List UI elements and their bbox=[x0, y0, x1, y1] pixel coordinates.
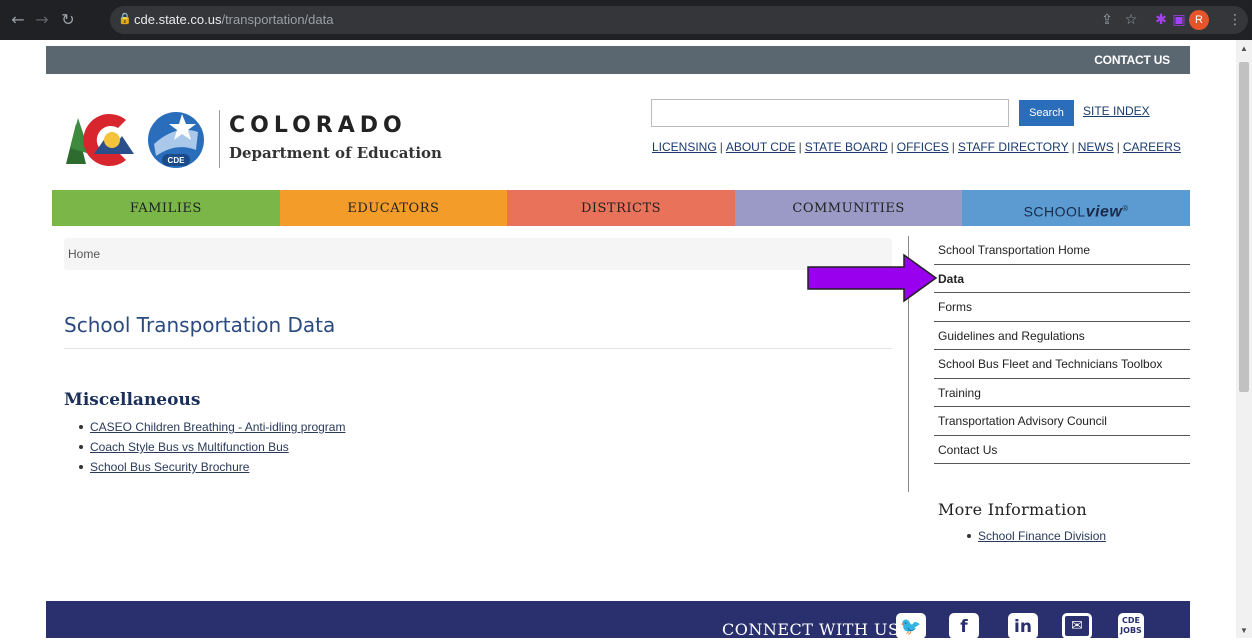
sidebar-item-home[interactable]: School Transportation Home bbox=[934, 236, 1190, 265]
sidebar-item-forms[interactable]: Forms bbox=[934, 293, 1190, 322]
forward-arrow-icon[interactable]: → bbox=[32, 10, 52, 30]
utility-bar: CONTACT US bbox=[46, 46, 1190, 74]
url-text[interactable]: cde.state.co.us/transportation/data bbox=[134, 12, 333, 27]
profile-avatar[interactable]: R bbox=[1189, 10, 1209, 30]
schoolview-suffix: view bbox=[1085, 203, 1123, 221]
title-divider bbox=[64, 348, 892, 349]
caseo-link[interactable]: CASEO Children Breathing - Anti-idling p… bbox=[90, 420, 345, 434]
scroll-down-icon[interactable]: ▼ bbox=[1240, 626, 1248, 635]
twitter-icon[interactable]: 🐦 bbox=[896, 613, 926, 639]
offices-link[interactable]: OFFICES bbox=[897, 140, 949, 154]
nav-educators[interactable]: EDUCATORS bbox=[279, 190, 508, 226]
list-item: Coach Style Bus vs Multifunction Bus bbox=[78, 440, 345, 455]
sidebar-item-guidelines[interactable]: Guidelines and Regulations bbox=[934, 322, 1190, 350]
top-links: LICENSING | ABOUT CDE | STATE BOARD | OFFICES |… bbox=[652, 140, 1181, 154]
kebab-menu-icon[interactable]: ⋮ bbox=[1226, 11, 1244, 29]
more-info-heading: More Information bbox=[938, 500, 1088, 519]
schoolview-prefix: SCHOOL bbox=[1023, 203, 1086, 220]
careers-link[interactable]: CAREERS bbox=[1123, 140, 1181, 154]
search-input[interactable] bbox=[651, 99, 1009, 127]
licensing-link[interactable]: LICENSING bbox=[652, 140, 717, 154]
staff-directory-link[interactable]: STAFF DIRECTORY bbox=[958, 140, 1069, 154]
reload-icon[interactable]: ↻ bbox=[58, 10, 78, 30]
site-index-link[interactable]: SITE INDEX bbox=[1083, 104, 1150, 118]
breadcrumb: Home bbox=[64, 238, 892, 270]
security-brochure-link[interactable]: School Bus Security Brochure bbox=[90, 460, 249, 474]
breadcrumb-home[interactable]: Home bbox=[68, 247, 100, 261]
list-item: CASEO Children Breathing - Anti-idling p… bbox=[78, 420, 345, 435]
puzzle-icon[interactable]: ✱ bbox=[1152, 11, 1170, 29]
sidebar-item-toolbox[interactable]: School Bus Fleet and Technicians Toolbox bbox=[934, 350, 1190, 379]
main-navigation: FAMILIES EDUCATORS DISTRICTS COMMUNITIES… bbox=[52, 190, 1190, 226]
web-page: CONTACT US CDE COLORADO Department of Ed… bbox=[46, 40, 1190, 641]
search-button[interactable]: Search bbox=[1019, 100, 1074, 126]
back-arrow-icon[interactable]: ← bbox=[8, 10, 28, 30]
nav-communities[interactable]: COMMUNITIES bbox=[734, 190, 963, 226]
coach-bus-link[interactable]: Coach Style Bus vs Multifunction Bus bbox=[90, 440, 289, 454]
pointer-arrow-icon bbox=[807, 253, 938, 303]
page-title: School Transportation Data bbox=[64, 313, 336, 337]
jobs-line2: JOBS bbox=[1120, 626, 1142, 635]
state-board-link[interactable]: STATE BOARD bbox=[805, 140, 888, 154]
contact-us-link[interactable]: CONTACT US bbox=[1094, 53, 1170, 67]
nav-districts[interactable]: DISTRICTS bbox=[507, 190, 735, 226]
jobs-line1: CDE bbox=[1122, 616, 1140, 625]
side-panel-icon[interactable]: ▣ bbox=[1170, 11, 1188, 29]
lock-icon[interactable]: 🔒 bbox=[118, 12, 132, 28]
url-host: cde.state.co.us bbox=[134, 12, 222, 27]
list-item: School Finance Division bbox=[966, 529, 1106, 543]
share-icon[interactable]: ⇪ bbox=[1098, 11, 1116, 29]
nav-families[interactable]: FAMILIES bbox=[52, 190, 280, 226]
sidebar-item-training[interactable]: Training bbox=[934, 379, 1190, 407]
misc-link-list: CASEO Children Breathing - Anti-idling p… bbox=[78, 420, 345, 480]
schoolview-mark: ® bbox=[1122, 204, 1129, 213]
svg-text:CDE: CDE bbox=[168, 156, 186, 165]
nav-schoolview[interactable]: SCHOOLview® bbox=[962, 190, 1190, 226]
sidebar-item-advisory-council[interactable]: Transportation Advisory Council bbox=[934, 407, 1190, 436]
mail-icon[interactable]: ✉ bbox=[1062, 613, 1092, 639]
scroll-up-icon[interactable]: ▲ bbox=[1240, 44, 1248, 53]
section-heading: Miscellaneous bbox=[64, 390, 201, 410]
news-link[interactable]: NEWS bbox=[1078, 140, 1114, 154]
scrollbar-thumb[interactable] bbox=[1239, 62, 1249, 392]
logo-name[interactable]: COLORADO bbox=[229, 113, 407, 138]
logo-department[interactable]: Department of Education bbox=[229, 144, 442, 162]
connect-heading: CONNECT WITH US bbox=[722, 620, 900, 639]
school-finance-link[interactable]: School Finance Division bbox=[978, 529, 1106, 543]
logo-divider bbox=[219, 110, 220, 168]
list-item: School Bus Security Brochure bbox=[78, 460, 345, 475]
sidebar-item-contact[interactable]: Contact Us bbox=[934, 436, 1190, 464]
cde-logo-icon[interactable]: CDE bbox=[64, 104, 214, 170]
cde-jobs-icon[interactable]: CDE JOBS bbox=[1118, 613, 1144, 641]
facebook-icon[interactable]: f bbox=[949, 613, 979, 639]
more-info-list: School Finance Division bbox=[966, 529, 1106, 543]
sidebar-item-data[interactable]: Data bbox=[934, 265, 1190, 293]
linkedin-icon[interactable]: in bbox=[1008, 613, 1038, 639]
sidebar-nav: School Transportation Home Data Forms Gu… bbox=[934, 236, 1190, 464]
star-icon[interactable]: ☆ bbox=[1122, 11, 1140, 29]
url-path: /transportation/data bbox=[221, 12, 334, 27]
about-cde-link[interactable]: ABOUT CDE bbox=[726, 140, 796, 154]
